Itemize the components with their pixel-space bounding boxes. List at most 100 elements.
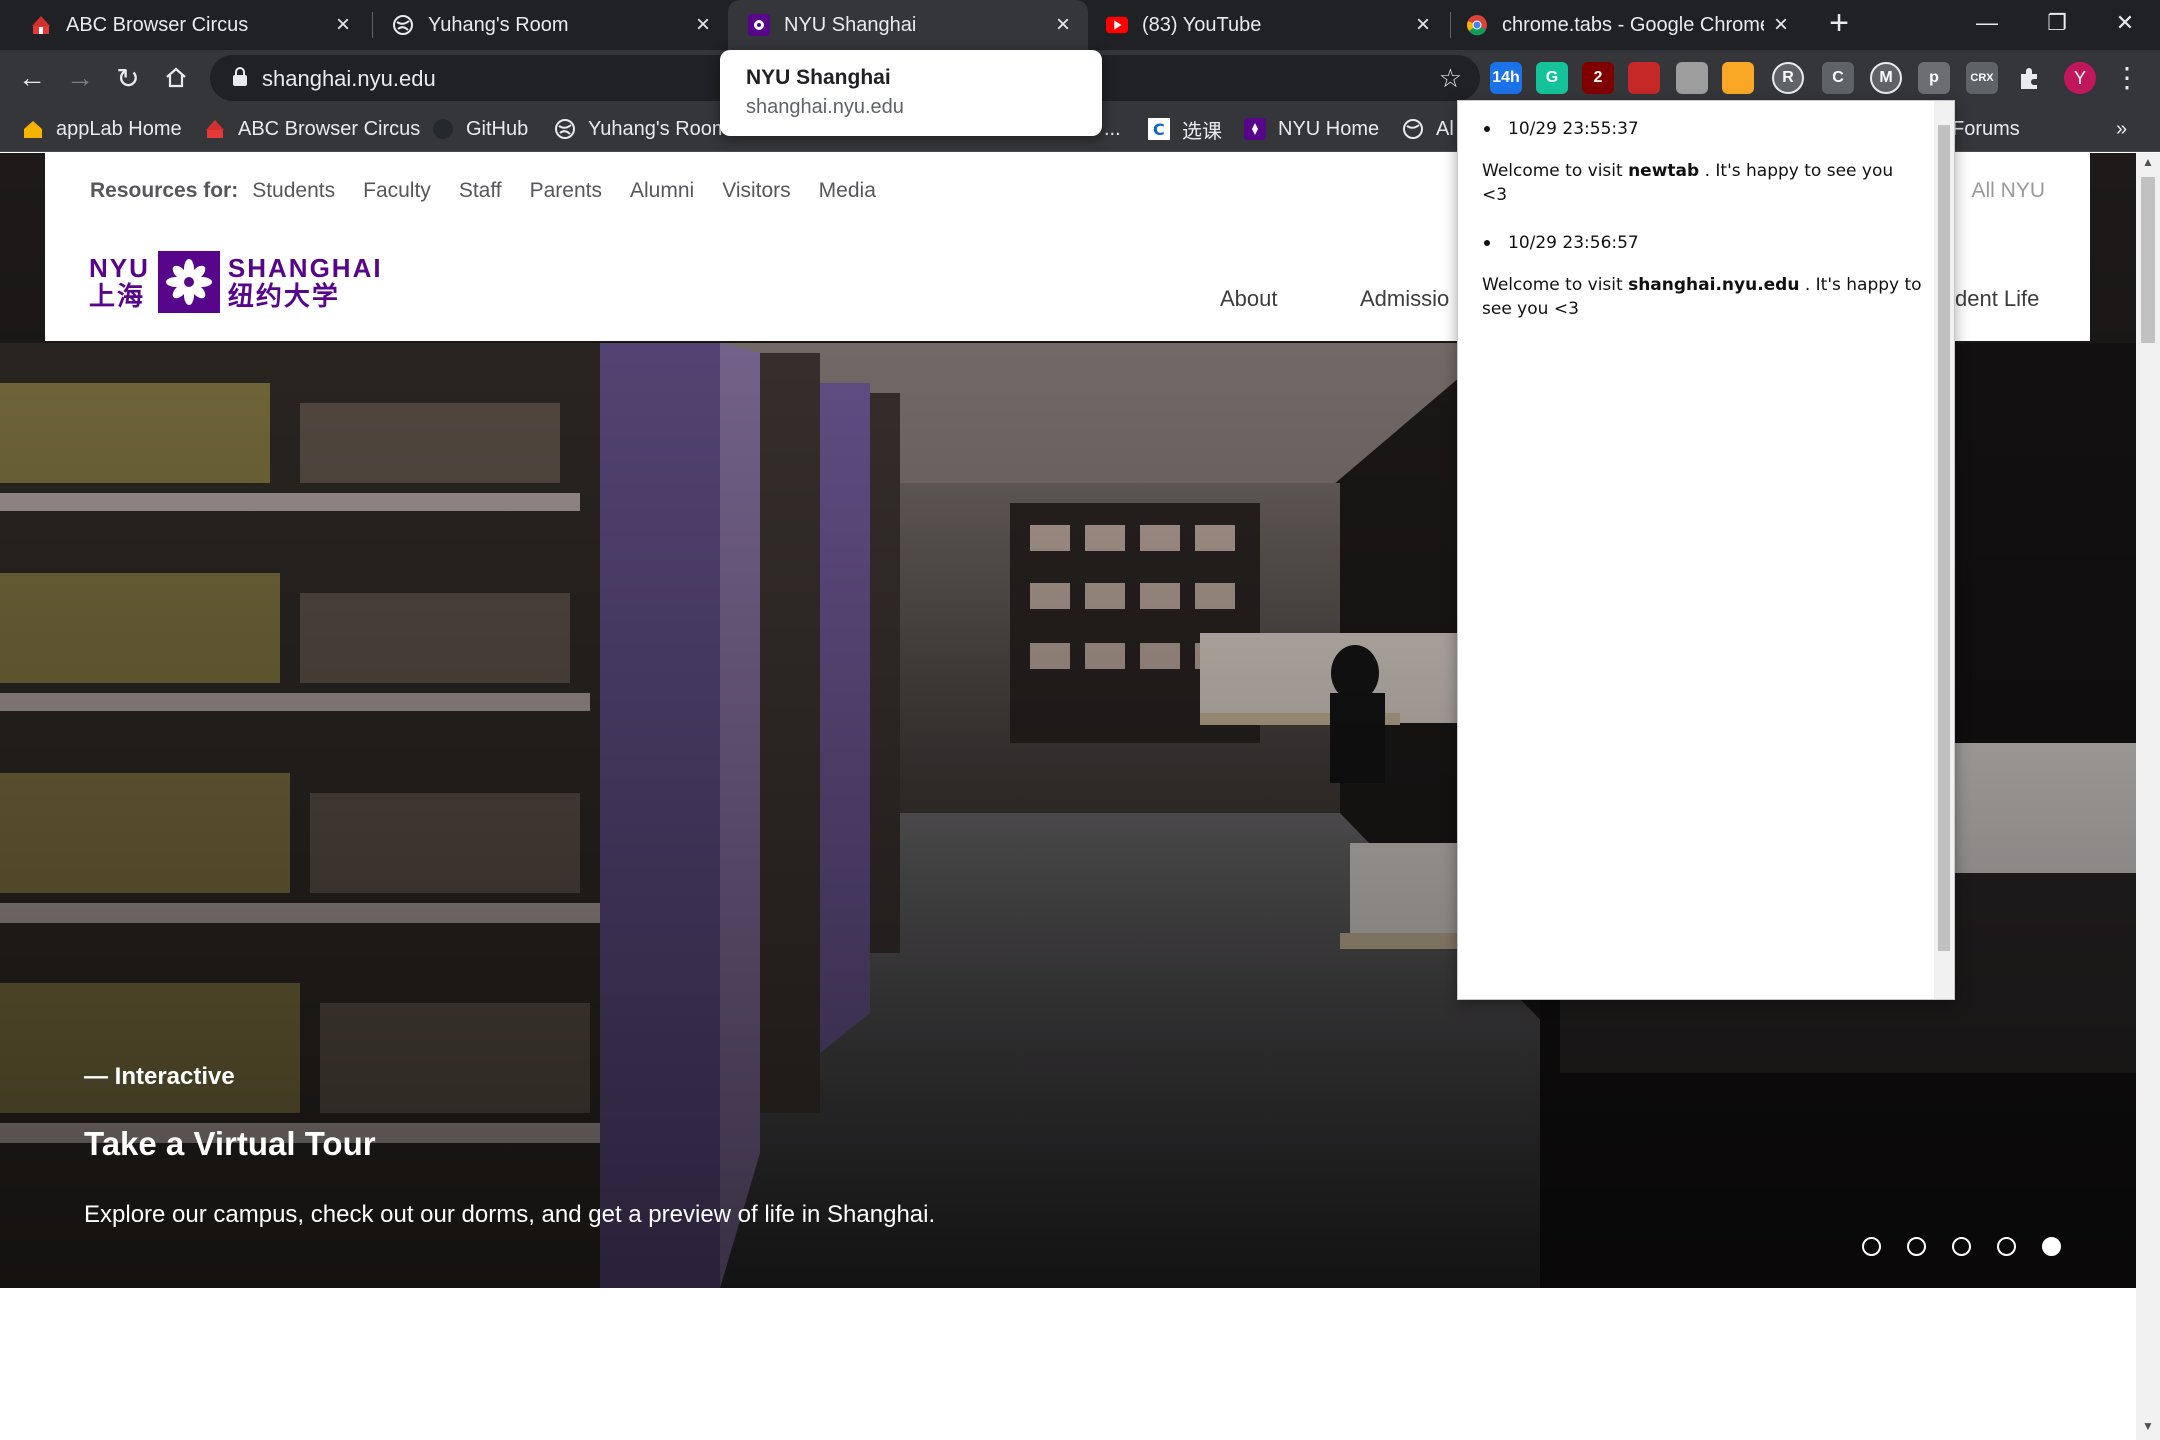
bookmark-course-selection[interactable]: C 选课 [1148,114,1222,144]
extension-icon[interactable] [1628,62,1660,94]
tab-title: NYU Shanghai [784,13,917,36]
carousel-dot[interactable] [1862,1237,1881,1256]
globe-icon [392,14,414,36]
bookmark-label: ABC Browser Circus [238,117,421,140]
extensions-puzzle-icon[interactable] [2014,62,2046,94]
extension-icon[interactable]: M [1870,62,1902,94]
tab-youtube[interactable]: (83) YouTube × [1088,0,1448,50]
extension-icon[interactable]: C [1822,62,1854,94]
resources-link-parents[interactable]: Parents [530,179,602,203]
close-window-button[interactable]: ✕ [2090,0,2160,46]
minimize-button[interactable]: — [1952,0,2022,46]
scroll-down-arrow-icon[interactable]: ▼ [2136,1419,2160,1437]
bookmark-label: appLab Home [56,117,182,140]
tab-abc-browser-circus[interactable]: ABC Browser Circus × [0,0,368,50]
logo-shanghai-cn-text: 上海 [89,281,146,311]
resources-link-students[interactable]: Students [252,179,335,203]
carousel-dot[interactable] [2042,1237,2061,1256]
bookmark-abc-browser-circus[interactable]: ABC Browser Circus [204,114,420,144]
list-item: 10/29 23:55:37 [1484,119,1922,139]
circus-tent-icon [204,118,226,140]
reload-button[interactable]: ↻ [108,58,148,98]
home-button[interactable] [156,58,196,98]
nyu-shanghai-logo[interactable]: NYU 上海 SHANGHAI 纽约大学 [89,251,383,313]
hero-title[interactable]: Take a Virtual Tour [84,1125,935,1163]
close-icon[interactable]: × [1406,8,1440,42]
back-button[interactable]: ← [12,58,52,98]
bookmark-star-icon[interactable]: ☆ [1439,63,1462,94]
carousel-dot[interactable] [1907,1237,1926,1256]
tab-chrome-tabs[interactable]: chrome.tabs - Google Chrome × [1440,0,1806,50]
carousel-dot[interactable] [1952,1237,1971,1256]
list-item: 10/29 23:56:57 [1484,233,1922,253]
bookmark-label: NYU Home [1278,117,1380,140]
tab-title: chrome.tabs - Google Chrome [1502,13,1764,36]
carousel-dot[interactable] [1997,1237,2016,1256]
bookmark-label: Forums [1952,117,2020,140]
resources-link-media[interactable]: Media [819,179,876,203]
tab-nyu-shanghai[interactable]: NYU Shanghai × [728,0,1088,50]
tab-hover-card: NYU Shanghai shanghai.nyu.edu [720,50,1102,136]
extension-icon[interactable] [1722,62,1754,94]
extension-icon[interactable]: R [1772,62,1804,94]
all-nyu-link[interactable]: All NYU [1971,179,2045,203]
extension-popup: 10/29 23:55:37 Welcome to visit newtab .… [1457,100,1955,1000]
popup-history-list: 10/29 23:55:37 Welcome to visit newtab .… [1458,101,1934,365]
resources-link-alumni[interactable]: Alumni [630,179,694,203]
bookmark-al[interactable]: Al [1402,114,1454,144]
bookmark-applab-home[interactable]: appLab Home [22,114,182,144]
bookmark-label: GitHub [466,117,529,140]
extension-icon[interactable]: CRX [1966,62,1998,94]
lock-icon [232,67,248,92]
close-icon[interactable]: × [686,8,720,42]
resources-link-faculty[interactable]: Faculty [363,179,431,203]
address-url: shanghai.nyu.edu [262,66,436,91]
new-tab-button[interactable]: + [1822,6,1856,42]
scroll-up-arrow-icon[interactable]: ▲ [2136,155,2160,173]
extension-icon[interactable]: 2 [1582,62,1614,94]
resources-label: Resources for: [90,179,239,202]
youtube-icon [1106,14,1128,36]
profile-avatar[interactable]: Y [2064,62,2096,94]
extension-icon[interactable]: G [1536,62,1568,94]
forward-button[interactable]: → [60,58,100,98]
bookmark-yuhangs-room[interactable]: Yuhang's Room [554,114,729,144]
github-icon [432,118,454,140]
circus-tent-icon [30,14,52,36]
resources-link-staff[interactable]: Staff [459,179,502,203]
close-icon[interactable]: × [1046,8,1080,42]
extension-icon[interactable]: p [1918,62,1950,94]
chrome-menu-icon[interactable]: ⋮ [2112,60,2142,96]
scrollbar-thumb[interactable] [2141,177,2155,343]
bookmark-truncated[interactable]: ... [1104,114,1121,144]
visit-message-prefix: Welcome to visit [1482,161,1623,181]
nav-student-life[interactable]: dent Life [1955,286,2039,312]
globe-icon [1402,118,1424,140]
bullet-icon [1484,240,1490,246]
home-icon [166,67,186,88]
tab-yuhangs-room[interactable]: Yuhang's Room × [362,0,728,50]
close-icon[interactable]: × [1764,8,1798,42]
extension-icon[interactable]: 14h [1490,62,1522,94]
nyu-torch-icon [748,14,770,36]
close-icon[interactable]: × [326,8,360,42]
bookmark-nyu-home[interactable]: NYU Home [1244,114,1379,144]
visit-message-prefix: Welcome to visit [1482,275,1623,295]
resources-link-visitors[interactable]: Visitors [722,179,790,203]
svg-text:C: C [1153,120,1165,139]
nav-admissions[interactable]: Admissio [1360,286,1449,312]
page-scrollbar[interactable]: ▲ ▼ [2136,153,2160,1440]
bookmarks-overflow-button[interactable]: » [2116,114,2127,144]
visit-timestamp: 10/29 23:55:37 [1508,119,1639,139]
resources-for-bar: Resources for: Students Faculty Staff Pa… [90,179,904,203]
bookmark-label: Al [1436,117,1454,140]
bookmark-github[interactable]: GitHub [432,114,528,144]
bookmark-forums[interactable]: Forums [1952,114,2020,144]
restore-button[interactable]: ❐ [2022,0,2092,46]
popup-scrollbar-thumb[interactable] [1938,125,1950,951]
popup-scrollbar[interactable] [1934,101,1954,999]
bullet-icon [1484,126,1490,132]
extension-icon[interactable] [1676,62,1708,94]
nav-about[interactable]: About [1220,286,1278,312]
globe-icon [554,118,576,140]
